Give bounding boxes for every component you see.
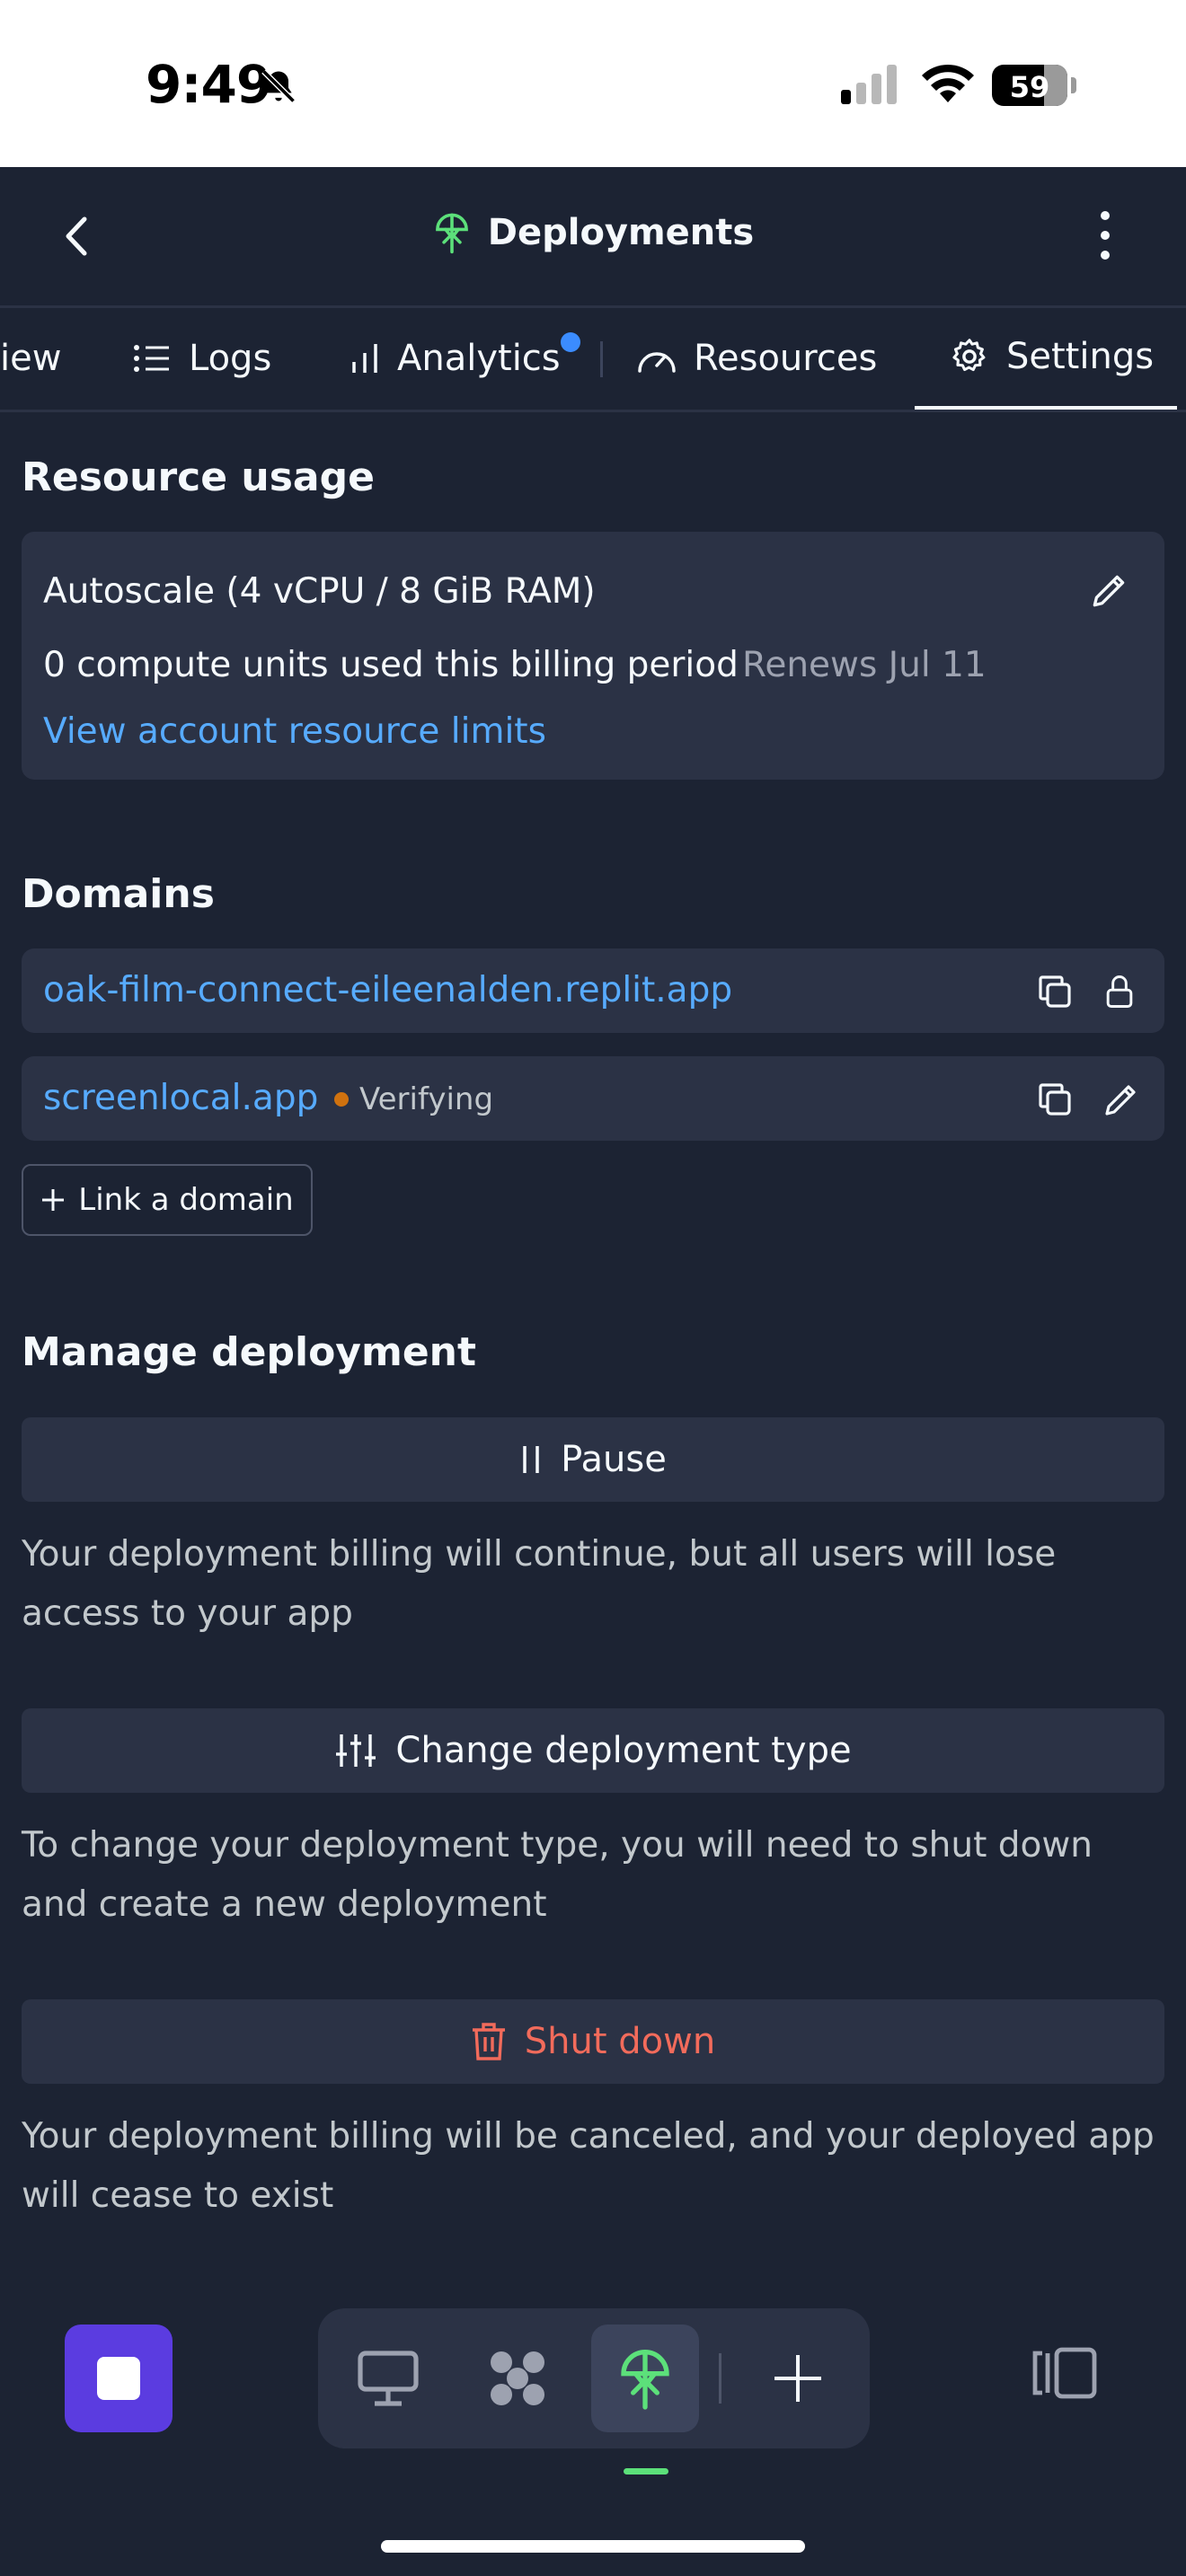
signal-icon xyxy=(841,65,897,104)
dock xyxy=(318,2308,870,2448)
domains-heading: Domains xyxy=(22,871,215,917)
gauge-icon xyxy=(638,352,676,373)
status-badge: Verifying xyxy=(334,1081,493,1117)
gear-icon xyxy=(952,339,986,372)
resource-limits-link[interactable]: View account resource limits xyxy=(43,711,546,752)
bottom-toolbar xyxy=(0,2299,1186,2576)
link-domain-button[interactable]: Link a domain xyxy=(22,1164,313,1236)
battery-tip xyxy=(1071,77,1076,93)
change-deployment-type-button[interactable]: Change deployment type xyxy=(22,1708,1164,1793)
tab-divider xyxy=(600,341,603,377)
add-tab-button[interactable] xyxy=(744,2325,852,2432)
bar-chart-icon xyxy=(352,344,377,373)
panels-icon[interactable] xyxy=(1031,2346,1098,2400)
copy-icon[interactable] xyxy=(1033,1078,1076,1121)
tab-logs[interactable]: Logs xyxy=(133,307,271,410)
plus-icon xyxy=(774,2355,821,2402)
battery-level: 59 xyxy=(1009,70,1050,104)
webview-button[interactable] xyxy=(334,2325,442,2432)
kebab-menu-icon[interactable] xyxy=(1093,208,1118,262)
pause-icon xyxy=(523,1446,539,1473)
stop-icon xyxy=(97,2357,140,2400)
trash-icon xyxy=(472,2023,505,2060)
pause-button[interactable]: Pause xyxy=(22,1417,1164,1502)
compute-usage: 0 compute units used this billing period xyxy=(43,645,739,685)
home-indicator xyxy=(381,2540,805,2553)
copy-icon[interactable] xyxy=(1033,970,1076,1013)
shut-down-description: Your deployment billing will be canceled… xyxy=(22,2116,1155,2216)
page-title: Deployments xyxy=(487,212,755,253)
active-tab-indicator xyxy=(624,2468,668,2475)
stop-button[interactable] xyxy=(65,2325,173,2432)
shut-down-button[interactable]: Shut down xyxy=(22,1999,1164,2084)
tab-analytics[interactable]: Analytics xyxy=(349,307,561,410)
pencil-icon[interactable] xyxy=(1087,568,1132,613)
analytics-notification-dot xyxy=(561,332,580,352)
clock: 9:49 xyxy=(146,54,272,115)
list-icon xyxy=(134,345,169,372)
sliders-icon xyxy=(336,1734,376,1767)
manage-deployment-heading: Manage deployment xyxy=(22,1329,477,1375)
domain-row: screenlocal.app Verifying xyxy=(22,1056,1164,1141)
domain-link[interactable]: oak-film-connect-eileenalden.replit.app xyxy=(43,970,732,1010)
pause-description: Your deployment billing will continue, b… xyxy=(22,1534,1057,1634)
tab-settings[interactable]: Settings xyxy=(915,307,1177,410)
domain-row: oak-film-connect-eileenalden.replit.app xyxy=(22,948,1164,1033)
dock-divider xyxy=(719,2353,721,2404)
change-type-description: To change your deployment type, you will… xyxy=(22,1825,1093,1925)
lock-icon xyxy=(1106,975,1133,1008)
tab-resources[interactable]: Resources xyxy=(636,307,877,410)
tab-overview[interactable]: iew xyxy=(0,307,61,410)
deployments-icon xyxy=(435,213,468,254)
plus-icon xyxy=(42,1189,65,1211)
machine-config: Autoscale (4 vCPU / 8 GiB RAM) xyxy=(43,571,596,612)
pencil-icon[interactable] xyxy=(1100,1078,1143,1121)
bell-slash-icon xyxy=(261,69,296,103)
renewal-date: Renews Jul 11 xyxy=(742,645,987,685)
monitor-icon xyxy=(358,2351,419,2406)
workspace-button[interactable] xyxy=(464,2325,571,2432)
resource-usage-heading: Resource usage xyxy=(22,454,375,500)
tab-bar: iew Logs Analytics Resources Settings xyxy=(0,307,1186,412)
status-bar: 9:49 59 xyxy=(0,0,1186,167)
domain-link[interactable]: screenlocal.app xyxy=(43,1078,318,1118)
deployments-icon xyxy=(621,2350,669,2410)
wifi-icon xyxy=(922,64,974,102)
deployments-tab-button[interactable] xyxy=(591,2325,699,2432)
app-header: Deployments xyxy=(0,167,1186,308)
status-dot xyxy=(334,1092,349,1107)
resource-usage-card: Autoscale (4 vCPU / 8 GiB RAM) 0 compute… xyxy=(22,532,1164,780)
workspace-icon xyxy=(491,2351,544,2405)
battery-icon: 59 xyxy=(992,65,1067,106)
